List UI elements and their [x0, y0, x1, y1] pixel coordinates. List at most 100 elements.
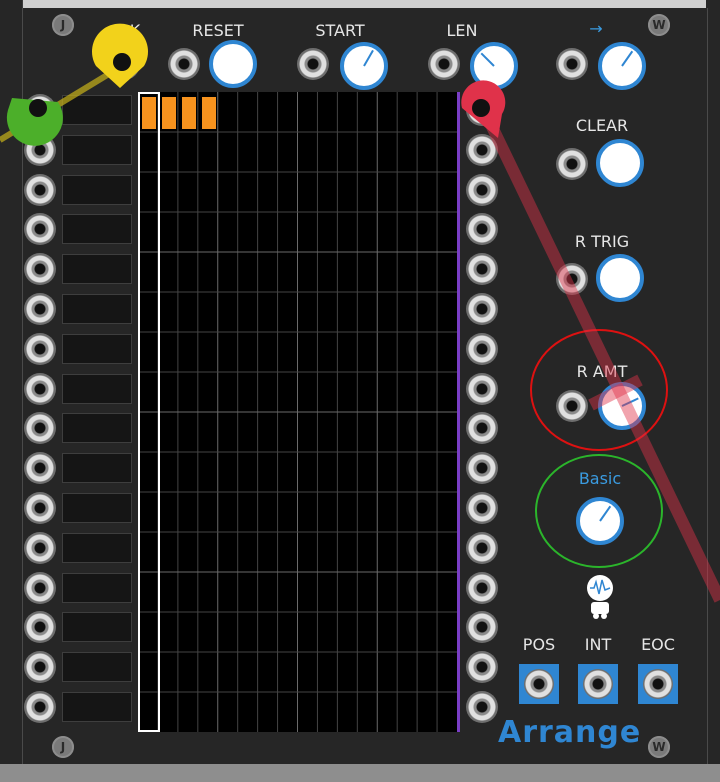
row-output-jack-2[interactable] — [466, 133, 498, 166]
row-label-box — [62, 333, 132, 364]
screw-bottom-left: J — [52, 736, 74, 758]
row-label-box — [62, 174, 132, 205]
len-label: LEN — [446, 21, 478, 40]
rtrig-label: R TRIG — [574, 232, 630, 251]
row-label-box — [62, 294, 132, 324]
row-label-box — [62, 95, 132, 125]
row-inputs-left — [22, 90, 142, 730]
knob-indicator — [621, 50, 634, 67]
int-jack-socket[interactable] — [583, 669, 613, 699]
pos-output-jack[interactable] — [519, 664, 559, 704]
row-input-jack-8[interactable] — [24, 372, 56, 405]
row-input-jack-2[interactable] — [24, 133, 56, 166]
pos-jack-socket[interactable] — [524, 669, 554, 699]
row-input-jack-3[interactable] — [24, 173, 56, 206]
reset-input-jack[interactable] — [168, 48, 200, 80]
row-output-jack-7[interactable] — [466, 332, 498, 365]
clear-input-jack[interactable] — [556, 148, 588, 180]
row-label-box — [62, 373, 132, 404]
eoc-output-jack[interactable] — [638, 664, 678, 704]
row-input-jack-9[interactable] — [24, 412, 56, 445]
row-input-jack-5[interactable] — [24, 253, 56, 286]
clk-label: CLK — [109, 21, 141, 40]
ramt-label: R AMT — [576, 362, 628, 381]
knob-indicator — [599, 505, 612, 522]
row-label-box — [62, 254, 132, 285]
row-input-jack-14[interactable] — [24, 611, 56, 644]
reset-button[interactable] — [209, 40, 257, 88]
start-input-jack[interactable] — [297, 48, 329, 80]
row-label-box — [62, 692, 132, 722]
reset-label: RESET — [192, 21, 244, 40]
row-label-box — [62, 612, 132, 643]
row-output-jack-10[interactable] — [466, 452, 498, 485]
active-step-3[interactable] — [182, 97, 196, 129]
row-label-box — [62, 413, 132, 444]
row-label-box — [62, 572, 132, 603]
ramt-knob[interactable] — [598, 382, 646, 430]
knob-indicator — [363, 49, 374, 67]
row-input-jack-13[interactable] — [24, 571, 56, 604]
basic-label: Basic — [578, 469, 622, 488]
row-label-box — [62, 652, 132, 683]
row-label-box — [62, 532, 132, 563]
row-output-jack-1[interactable] — [466, 94, 498, 126]
row-output-jack-5[interactable] — [466, 253, 498, 286]
row-output-jack-4[interactable] — [466, 213, 498, 246]
eoc-label: EOC — [641, 635, 675, 654]
neighbor-module-right — [706, 0, 720, 764]
active-step-2[interactable] — [162, 97, 176, 129]
basic-knob[interactable] — [576, 497, 624, 545]
row-output-jack-3[interactable] — [466, 173, 498, 206]
row-output-jack-12[interactable] — [466, 531, 498, 564]
row-output-jack-9[interactable] — [466, 412, 498, 445]
rack-rail-bottom — [0, 764, 720, 782]
row-input-jack-6[interactable] — [24, 293, 56, 325]
neighbor-module-left — [0, 0, 23, 764]
module-brand-title: Arrange — [498, 715, 642, 750]
row-outputs-right — [464, 90, 504, 730]
len-input-jack[interactable] — [428, 48, 460, 80]
start-label: START — [315, 21, 365, 40]
row-output-jack-11[interactable] — [466, 492, 498, 524]
row-input-jack-16[interactable] — [24, 691, 56, 723]
active-step-4[interactable] — [202, 97, 216, 129]
direction-input-jack[interactable] — [556, 48, 588, 80]
row-input-jack-1[interactable] — [24, 94, 56, 126]
row-input-jack-10[interactable] — [24, 452, 56, 485]
row-input-jack-7[interactable] — [24, 332, 56, 365]
clear-label: CLEAR — [575, 116, 629, 135]
eoc-jack-socket[interactable] — [643, 669, 673, 699]
ramt-input-jack[interactable] — [556, 390, 588, 422]
row-output-jack-6[interactable] — [466, 293, 498, 325]
row-output-jack-16[interactable] — [466, 691, 498, 723]
row-input-jack-15[interactable] — [24, 651, 56, 684]
knob-indicator — [621, 397, 639, 407]
sequence-grid[interactable] — [138, 92, 460, 732]
row-input-jack-11[interactable] — [24, 492, 56, 524]
screw-top-left: J — [52, 14, 74, 36]
row-output-jack-15[interactable] — [466, 651, 498, 684]
row-label-box — [62, 493, 132, 523]
mascot-icon — [587, 575, 613, 619]
clk-input-jack[interactable] — [108, 48, 140, 80]
row-output-jack-13[interactable] — [466, 571, 498, 604]
rtrig-input-jack[interactable] — [556, 263, 588, 295]
arrow-label: → — [589, 19, 603, 38]
row-output-jack-8[interactable] — [466, 372, 498, 405]
row-label-box — [62, 453, 132, 484]
row-label-box — [62, 214, 132, 245]
screw-bottom-right: W — [648, 736, 670, 758]
clear-button[interactable] — [596, 139, 644, 187]
direction-knob[interactable] — [598, 42, 646, 90]
row-label-box — [62, 134, 132, 165]
row-input-jack-4[interactable] — [24, 213, 56, 246]
grid-lines — [138, 92, 457, 732]
start-knob[interactable] — [340, 42, 388, 90]
row-input-jack-12[interactable] — [24, 531, 56, 564]
int-output-jack[interactable] — [578, 664, 618, 704]
len-knob[interactable] — [470, 42, 518, 90]
rtrig-button[interactable] — [596, 254, 644, 302]
screw-top-right: W — [648, 14, 670, 36]
knob-indicator — [480, 52, 495, 67]
